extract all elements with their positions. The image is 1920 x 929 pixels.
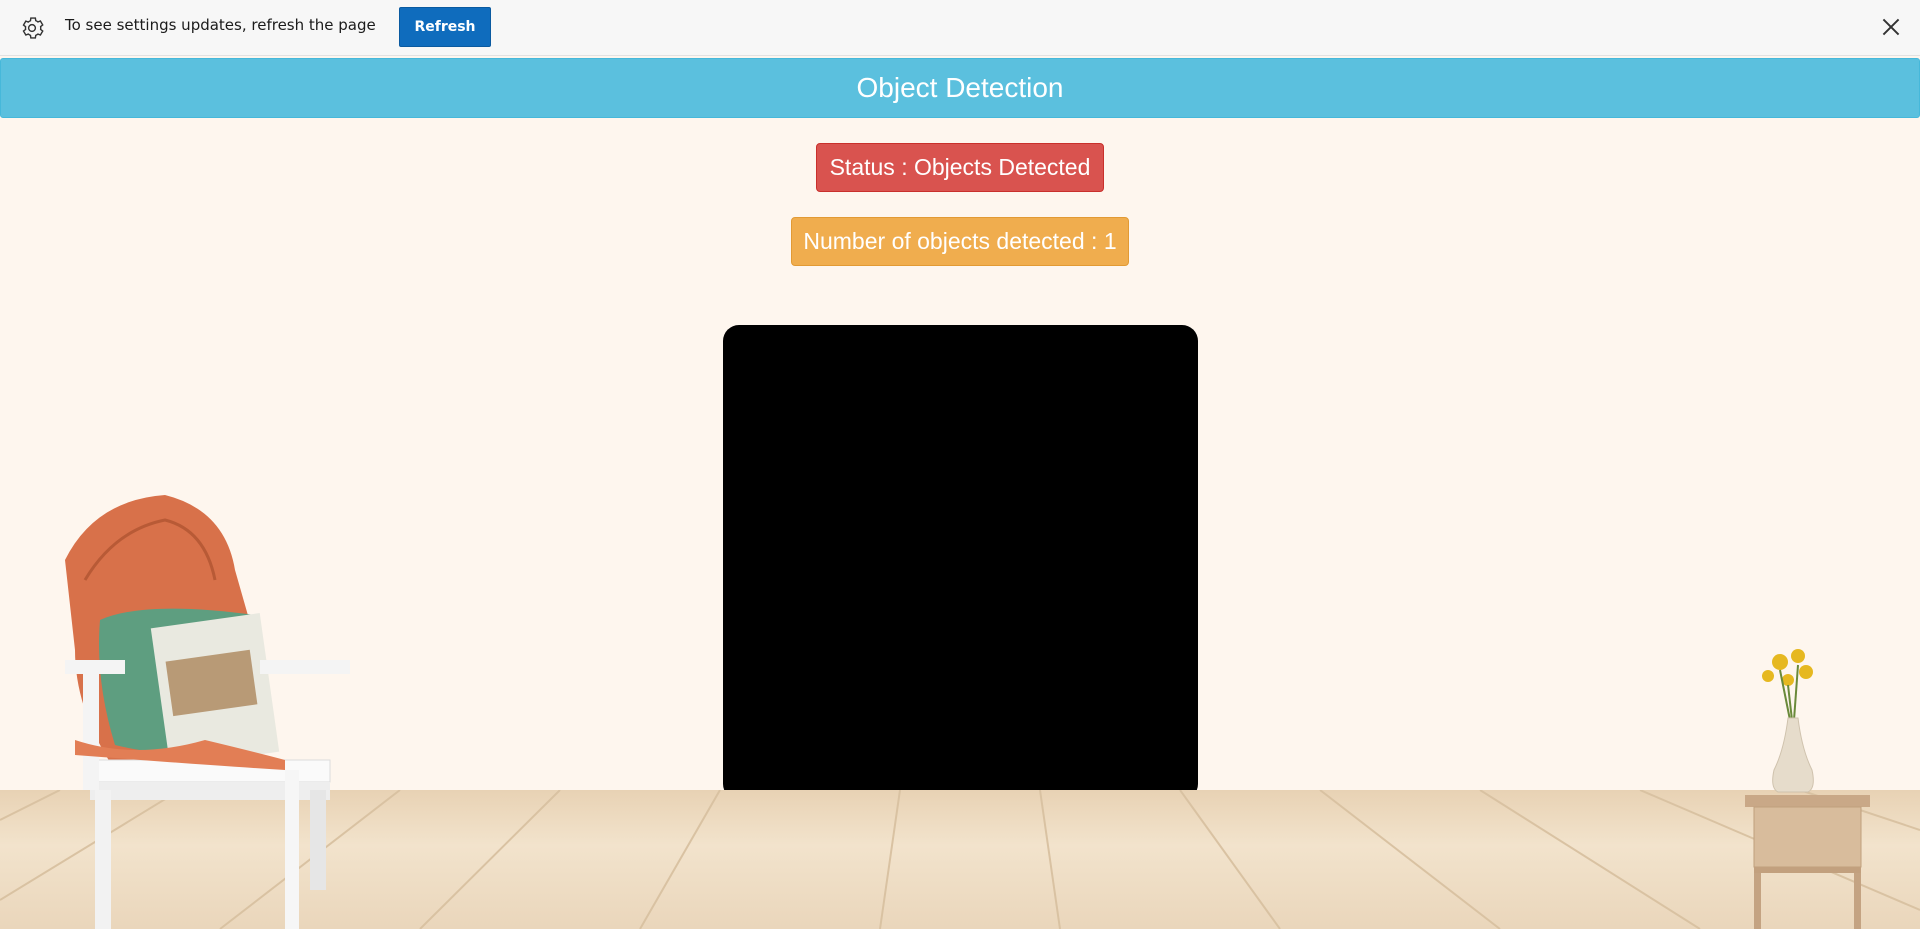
app-header: Object Detection [0, 58, 1920, 118]
close-icon[interactable] [1878, 14, 1904, 40]
chair-illustration [65, 495, 350, 929]
page-title: Object Detection [856, 72, 1064, 103]
gear-icon [22, 17, 44, 39]
side-table-illustration [1745, 649, 1870, 929]
refresh-button[interactable]: Refresh [399, 7, 491, 47]
status-badge: Status : Objects Detected [816, 143, 1104, 192]
detection-count-badge: Number of objects detected : 1 [791, 217, 1129, 266]
video-frame [723, 325, 1198, 800]
settings-notification-bar: To see settings updates, refresh the pag… [0, 0, 1920, 56]
notification-message: To see settings updates, refresh the pag… [65, 16, 376, 34]
